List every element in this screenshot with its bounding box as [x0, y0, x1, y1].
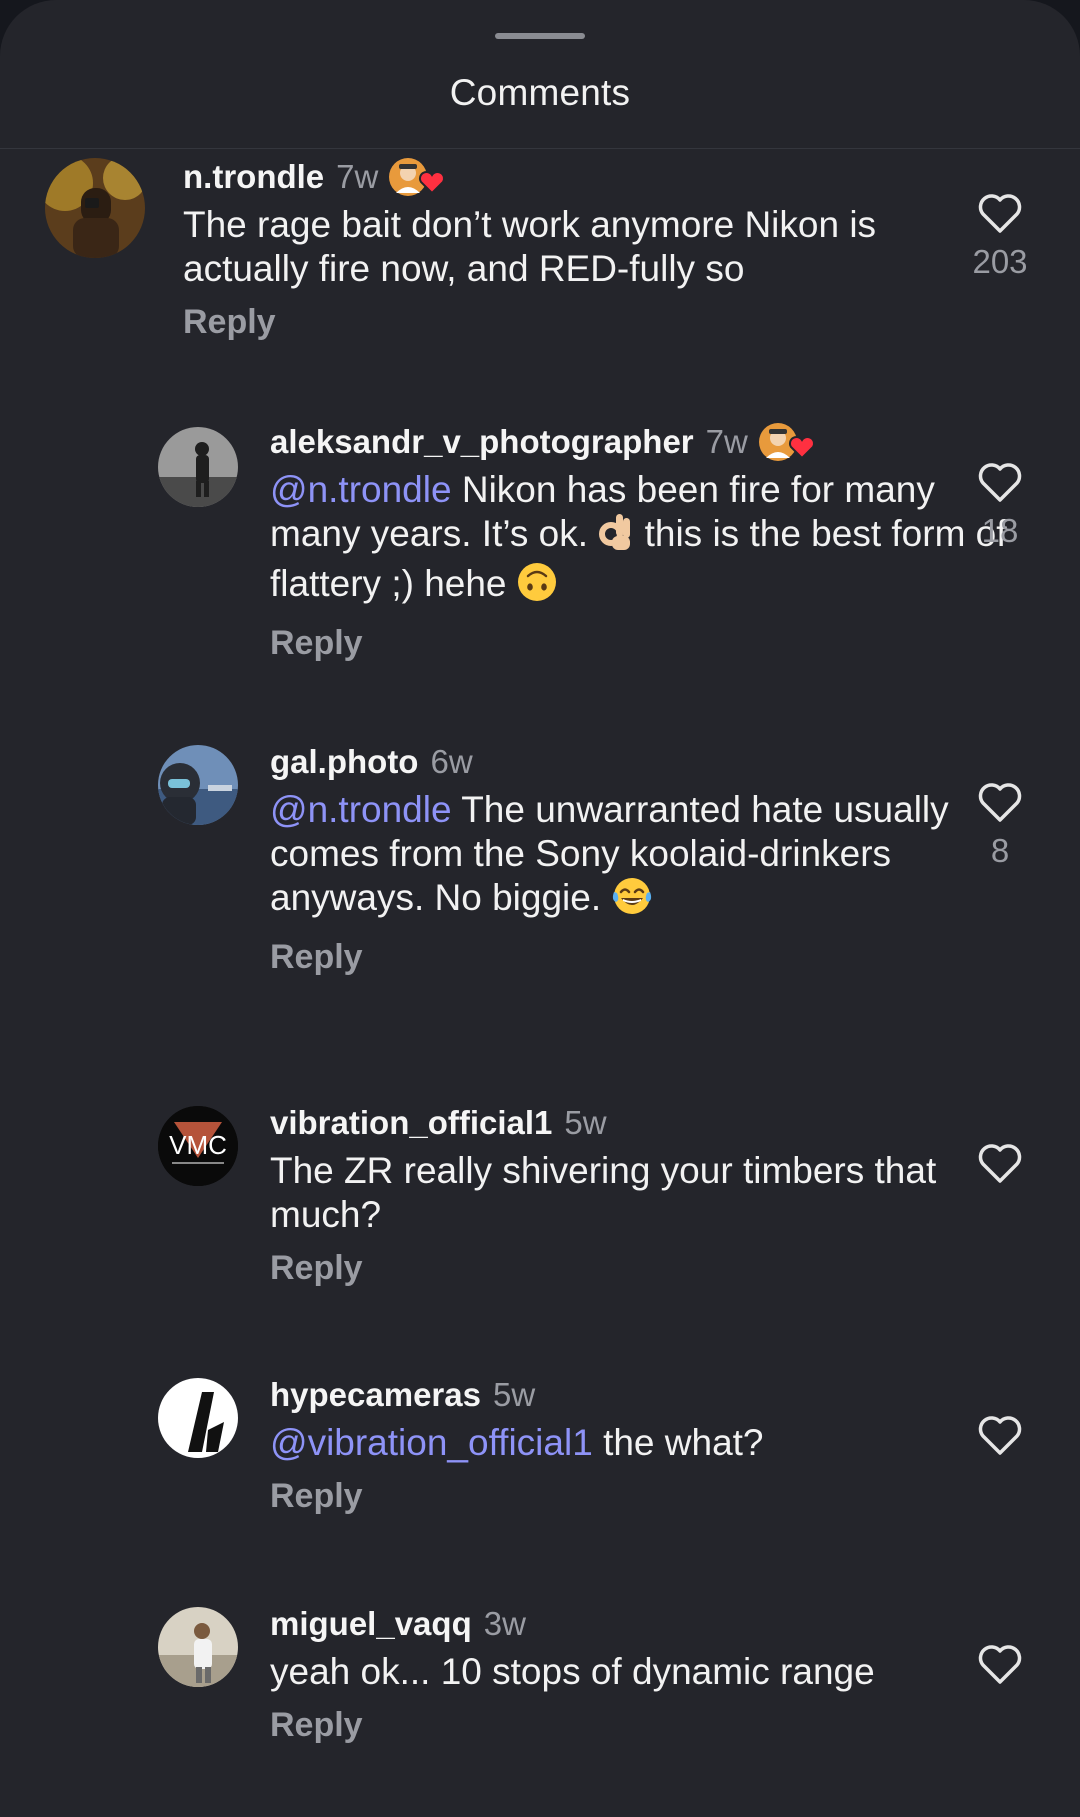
- drag-handle[interactable]: [495, 33, 585, 39]
- heart-outline-icon: [978, 1416, 1022, 1455]
- like-button[interactable]: [950, 1415, 1050, 1465]
- comment-username[interactable]: n.trondle: [183, 158, 324, 196]
- like-count: 8: [990, 832, 1010, 869]
- avatar[interactable]: [45, 158, 145, 258]
- comment-text: @n.trondle The unwarranted hate usually …: [270, 788, 1010, 926]
- comment-timestamp: 5w: [492, 1376, 536, 1413]
- avatar[interactable]: [158, 1378, 238, 1458]
- like-button[interactable]: [950, 1644, 1050, 1694]
- upside-down-face-emoji-icon: [517, 562, 557, 612]
- heart-outline-icon: [978, 783, 1022, 822]
- like-button[interactable]: 203: [950, 193, 1050, 281]
- ok-hand-emoji-icon: [598, 512, 634, 562]
- mention-link[interactable]: n.trondle: [308, 469, 452, 510]
- like-button[interactable]: 8: [950, 782, 1050, 870]
- reply-button[interactable]: Reply: [270, 1249, 1010, 1288]
- creator-heart-badge-icon: [388, 155, 450, 199]
- comment-username[interactable]: miguel_vaqq: [270, 1605, 472, 1643]
- comment-timestamp: 7w: [336, 158, 379, 195]
- avatar[interactable]: [158, 1607, 238, 1687]
- avatar[interactable]: VMC: [158, 1106, 238, 1186]
- comment-timestamp: 6w: [430, 743, 473, 780]
- reply-button[interactable]: Reply: [183, 303, 923, 342]
- avatar[interactable]: [158, 745, 238, 825]
- reply-button[interactable]: Reply: [270, 624, 1010, 663]
- comment-timestamp: 5w: [564, 1104, 607, 1141]
- comment-text-part: the what?: [603, 1422, 764, 1463]
- like-count: 18: [981, 512, 1019, 549]
- mention-link[interactable]: vibration_official1: [308, 1422, 593, 1463]
- comment-timestamp: 3w: [483, 1605, 526, 1642]
- comment-username[interactable]: vibration_official1: [270, 1104, 552, 1142]
- threads-at-icon: @: [270, 789, 308, 830]
- reply-button[interactable]: Reply: [270, 1477, 1010, 1516]
- like-count: 203: [972, 243, 1028, 280]
- comment-text: @vibration_official1 the what?: [270, 1421, 1010, 1465]
- header-divider: [0, 148, 1080, 149]
- avatar[interactable]: [158, 427, 238, 507]
- sheet-title: Comments: [449, 72, 631, 113]
- mention-link[interactable]: n.trondle: [308, 789, 452, 830]
- comment-text: The ZR really shivering your timbers tha…: [270, 1150, 937, 1235]
- comment-username[interactable]: hypecameras: [270, 1376, 481, 1414]
- reply-button[interactable]: Reply: [270, 1706, 1010, 1745]
- heart-outline-icon: [978, 463, 1022, 502]
- like-button[interactable]: 18: [950, 462, 1050, 550]
- heart-outline-icon: [978, 1144, 1022, 1183]
- comment-username[interactable]: aleksandr_v_photographer: [270, 423, 694, 461]
- heart-outline-icon: [978, 194, 1022, 233]
- heart-outline-icon: [978, 1645, 1022, 1684]
- comment-text: @n.trondle Nikon has been fire for many …: [270, 468, 1010, 612]
- creator-heart-badge-icon: [758, 420, 820, 464]
- comment-timestamp: 7w: [705, 423, 748, 460]
- comment-username[interactable]: gal.photo: [270, 743, 418, 781]
- like-button[interactable]: [950, 1143, 1050, 1193]
- threads-at-icon: @: [270, 469, 308, 510]
- comment-text: The rage bait don’t work anymore Nikon i…: [183, 204, 877, 289]
- comments-sheet: Comments n.trondle 7w The rage bait don’…: [0, 0, 1080, 1817]
- comment-text: yeah ok... 10 stops of dynamic range: [270, 1651, 875, 1692]
- threads-at-icon: @: [270, 1422, 308, 1463]
- tears-of-joy-emoji-icon: [611, 876, 653, 926]
- reply-button[interactable]: Reply: [270, 938, 1010, 977]
- vmc-logo-text: VMC: [169, 1130, 227, 1160]
